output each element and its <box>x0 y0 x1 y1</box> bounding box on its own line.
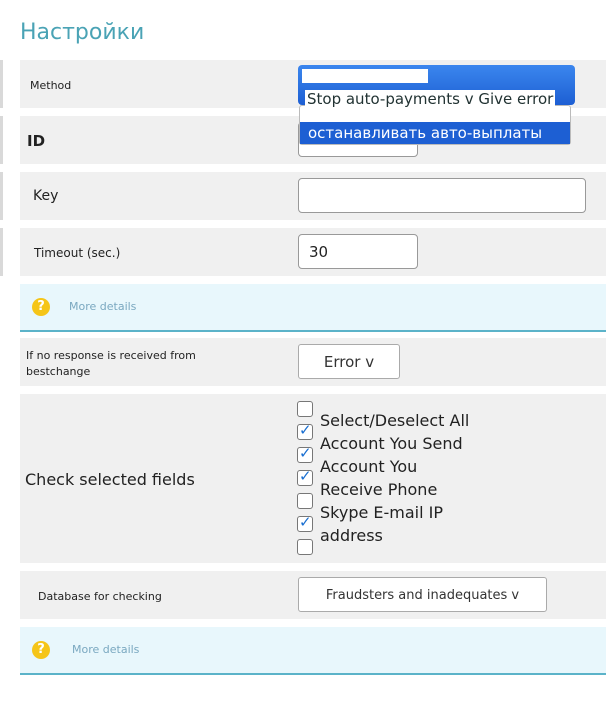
key-label: Key <box>33 188 59 204</box>
checkbox-account-receive[interactable]: ✓ <box>297 444 313 463</box>
left-stub <box>0 228 3 276</box>
timeout-label: Timeout (sec.) <box>34 246 121 260</box>
check-label: Receive Phone <box>320 480 438 499</box>
left-stub <box>0 172 3 220</box>
left-stub <box>0 116 3 164</box>
checkbox-select-all[interactable] <box>297 401 313 417</box>
check-icon: ✓ <box>299 513 312 531</box>
check-icon: ✓ <box>299 444 312 462</box>
check-icon: ✓ <box>299 467 312 485</box>
page-title: Настройки <box>20 20 145 45</box>
left-stub <box>0 60 3 108</box>
key-input[interactable] <box>298 178 586 213</box>
method-option-stop-autopayouts[interactable]: останавливать авто-выплаты <box>300 122 570 144</box>
method-selected-value: Stop auto-payments v Give error <box>305 90 556 108</box>
more-details-link[interactable]: More details <box>72 643 139 656</box>
no-response-label: If no response is received from bestchan… <box>26 349 196 378</box>
checkbox-ip[interactable] <box>297 539 313 555</box>
check-icon: ✓ <box>299 421 312 439</box>
check-fields-row: Check selected fields <box>20 394 606 563</box>
check-label: Account You Send <box>320 434 463 453</box>
more-details-link[interactable]: More details <box>69 300 136 313</box>
id-label: ID <box>27 132 46 150</box>
check-label: Skype E-mail IP <box>320 503 444 522</box>
check-label: address <box>320 526 383 545</box>
checkbox-phone[interactable]: ✓ <box>297 467 313 486</box>
info-row: ? More details <box>20 284 606 332</box>
checkbox-labels: Select/Deselect All Account You Send Acc… <box>320 409 469 547</box>
method-label: Method <box>30 79 72 92</box>
database-select[interactable]: Fraudsters and inadequates v <box>298 577 547 612</box>
checkbox-email[interactable]: ✓ <box>297 513 313 532</box>
timeout-input[interactable] <box>298 234 418 269</box>
no-response-select[interactable]: Error v <box>298 344 400 379</box>
question-icon: ? <box>32 298 50 316</box>
checkbox-skype[interactable] <box>297 493 313 509</box>
database-label: Database for checking <box>38 590 162 603</box>
question-icon: ? <box>32 641 50 659</box>
checkbox-account-send[interactable]: ✓ <box>297 421 313 440</box>
check-fields-label: Check selected fields <box>25 470 195 489</box>
check-label: Account You <box>320 457 418 476</box>
info-row: ? More details <box>20 627 606 675</box>
check-label: Select/Deselect All <box>320 411 470 430</box>
